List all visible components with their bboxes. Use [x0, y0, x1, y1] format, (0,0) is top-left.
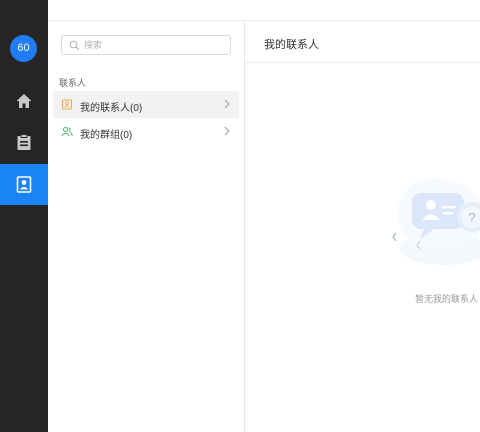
detail-header: 我的联系人 [245, 21, 480, 63]
empty-state-message: 暂无我的联系人 [415, 294, 479, 304]
svg-text:?: ? [468, 210, 475, 225]
empty-contacts-illustration: ? [392, 178, 480, 265]
top-bar [48, 0, 480, 21]
home-icon [16, 93, 32, 108]
search-input[interactable] [84, 38, 224, 52]
list-item-label: 我的群组(0) [80, 130, 133, 141]
contacts-list-panel: 联系人 我的联系人(0) 我的群组(0) [48, 21, 245, 432]
list-item-label: 我的联系人(0) [80, 103, 143, 114]
nav-contacts[interactable] [0, 164, 48, 205]
page-title: 我的联系人 [264, 39, 319, 51]
list-item-my-groups[interactable]: 我的群组(0) [53, 118, 239, 145]
group-icon [61, 127, 73, 137]
contact-card-icon [61, 99, 72, 110]
avatar[interactable]: 60 [10, 35, 37, 62]
left-nav-rail: 60 [0, 0, 48, 432]
app-window: 60 搜索 联系人 我的联系人(0) 我的群组(0) 我的联系人 ? 暂无我的联… [0, 0, 480, 432]
search-icon [69, 40, 80, 51]
contacts-icon [16, 176, 32, 193]
nav-home[interactable] [0, 80, 48, 121]
search-box[interactable] [61, 35, 231, 55]
notebook-icon [17, 134, 31, 150]
list-item-my-contacts[interactable]: 我的联系人(0) [53, 91, 239, 118]
section-label: 联系人 [59, 78, 87, 88]
chevron-right-icon [224, 99, 230, 109]
chevron-right-icon [224, 126, 230, 136]
contact-detail-panel: 我的联系人 ? 暂无我的联系人 [245, 21, 480, 432]
nav-notebook[interactable] [0, 122, 48, 163]
